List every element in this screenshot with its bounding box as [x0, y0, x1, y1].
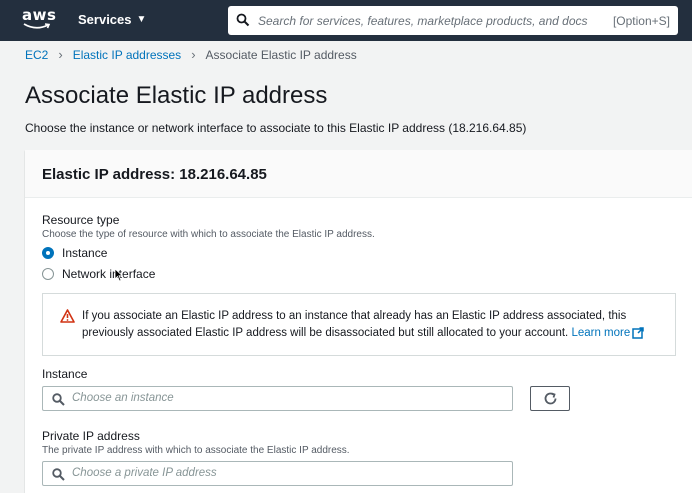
radio-button-checked[interactable] [42, 247, 54, 259]
breadcrumb-ec2-link[interactable]: EC2 [25, 48, 48, 62]
association-panel: Elastic IP address: 18.216.64.85 Resourc… [25, 150, 692, 493]
learn-more-link[interactable]: Learn more [571, 327, 630, 339]
panel-title: Elastic IP address: 18.216.64.85 [42, 166, 267, 183]
search-shortcut: [Option+S] [612, 14, 670, 28]
aws-logo[interactable]: aws [22, 6, 56, 34]
page-description: Choose the instance or network interface… [25, 121, 527, 135]
chevron-right-icon: › [58, 47, 63, 62]
top-nav-bar: aws Services ▼ Search for services, feat… [0, 0, 692, 41]
chevron-right-icon: › [191, 47, 196, 62]
radio-button-unchecked[interactable] [42, 268, 54, 280]
external-link-icon[interactable] [632, 327, 644, 339]
search-icon [52, 468, 65, 481]
smile-icon [23, 23, 51, 29]
radio-network-interface[interactable]: Network interface [42, 267, 155, 281]
services-menu-button[interactable]: Services ▼ [78, 12, 146, 27]
private-ip-label: Private IP address [42, 429, 140, 443]
warning-icon [60, 309, 75, 323]
caret-down-icon: ▼ [136, 14, 147, 25]
private-ip-select[interactable]: Choose a private IP address [42, 461, 513, 486]
refresh-button[interactable] [530, 386, 570, 411]
services-label: Services [78, 12, 132, 27]
private-ip-description: The private IP address with which to ass… [42, 445, 350, 456]
global-search[interactable]: Search for services, features, marketpla… [228, 6, 678, 35]
breadcrumb-elastic-ips-link[interactable]: Elastic IP addresses [73, 48, 182, 62]
private-ip-placeholder: Choose a private IP address [72, 467, 217, 479]
alert-text: If you associate an Elastic IP address t… [82, 310, 627, 339]
radio-instance[interactable]: Instance [42, 246, 107, 260]
resource-type-label: Resource type [42, 213, 120, 227]
page-title: Associate Elastic IP address [25, 82, 328, 109]
breadcrumb-current: Associate Elastic IP address [205, 47, 357, 62]
search-icon [52, 393, 65, 406]
refresh-icon [544, 392, 556, 405]
warning-alert: If you associate an Elastic IP address t… [42, 293, 676, 356]
resource-type-description: Choose the type of resource with which t… [42, 229, 375, 240]
search-placeholder: Search for services, features, marketpla… [258, 14, 588, 28]
instance-label: Instance [42, 367, 88, 381]
breadcrumb: EC2 › Elastic IP addresses › Associate E… [25, 47, 357, 62]
alert-message: If you associate an Elastic IP address t… [82, 308, 672, 342]
mouse-cursor-icon [114, 268, 124, 282]
radio-network-interface-label: Network interface [62, 267, 156, 281]
panel-header: Elastic IP address: 18.216.64.85 [25, 150, 692, 198]
instance-placeholder: Choose an instance [72, 392, 174, 404]
instance-select[interactable]: Choose an instance [42, 386, 513, 411]
search-icon [236, 13, 250, 27]
radio-instance-label: Instance [62, 246, 108, 260]
